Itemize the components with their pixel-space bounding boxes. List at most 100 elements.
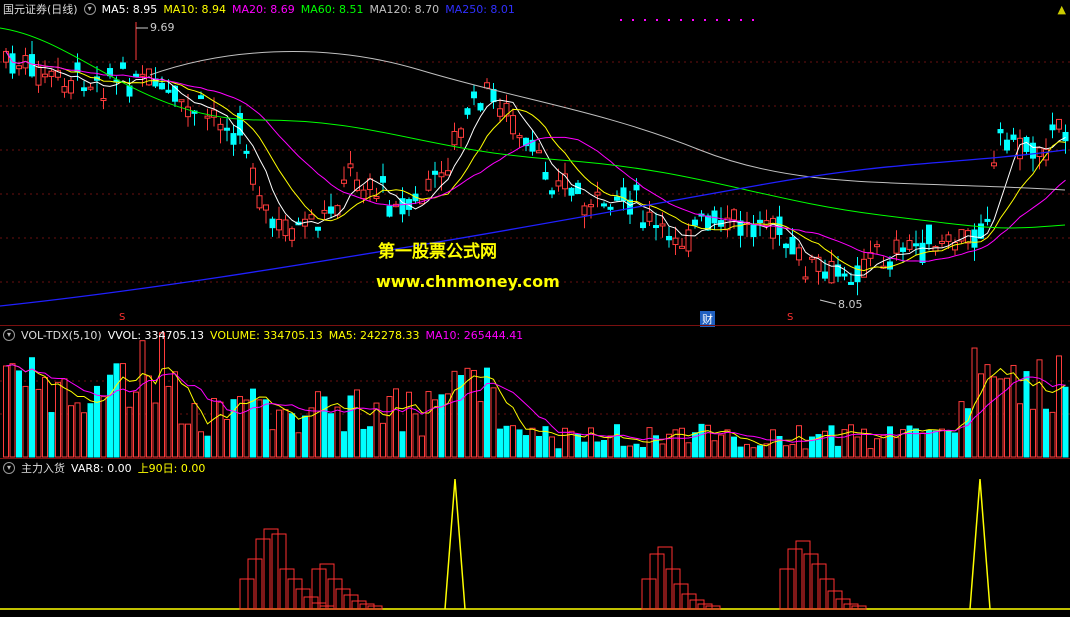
volume-bar [354, 389, 360, 458]
indicator-panel[interactable]: ▾ 主力入货 VAR8: 0.00 上90日: 0.00 [0, 459, 1070, 617]
candlestick [204, 115, 211, 119]
volume-bar [48, 412, 55, 458]
candlestick [666, 235, 672, 241]
candlestick [1056, 118, 1062, 130]
ma60-label: MA60: 8.51 [300, 2, 364, 16]
volume-bar [146, 375, 152, 458]
candlestick [1030, 142, 1036, 159]
accumulation-bar [811, 563, 827, 610]
candlestick [783, 243, 789, 249]
candlestick [360, 189, 367, 200]
volume-bar [55, 381, 61, 458]
volume-bar [35, 388, 42, 458]
volume-bar [919, 432, 926, 458]
accumulation-bar [279, 568, 295, 610]
accumulation-bar [287, 578, 303, 610]
volume-bar [1010, 364, 1017, 458]
accumulation-bar [319, 563, 335, 610]
candlestick [68, 80, 74, 94]
signal-dot [668, 19, 670, 21]
accumulation-bar [247, 558, 263, 610]
candlestick [61, 86, 68, 93]
signal-dot [728, 19, 730, 21]
candlestick [906, 240, 913, 250]
candlestick [250, 167, 256, 185]
volume-bar [3, 365, 9, 458]
volume-bar [1062, 386, 1069, 458]
volume-bar [22, 385, 29, 458]
candlestick [100, 98, 107, 102]
volume-bar [295, 432, 302, 458]
volume-bar [1030, 408, 1036, 458]
accumulation-bar [263, 528, 279, 610]
candlestick [802, 276, 809, 280]
volume-bar [419, 435, 425, 458]
volume-bar [516, 429, 523, 458]
candlestick [991, 162, 997, 167]
candlestick [731, 209, 737, 221]
volume-bar [1036, 359, 1043, 458]
volume-bar [978, 373, 984, 458]
volume-bar [848, 424, 854, 458]
candlestick [159, 82, 165, 90]
candlestick [458, 128, 464, 138]
volume-bar [380, 422, 386, 458]
indicator-header: ▾ 主力入货 VAR8: 0.00 上90日: 0.00 [0, 459, 205, 477]
candlestick [490, 88, 497, 103]
volume-bar [952, 432, 958, 458]
volume-bar [289, 413, 295, 458]
collapse-icon[interactable]: ▾ [83, 3, 96, 15]
candlestick [510, 115, 516, 135]
candlestick [828, 260, 835, 284]
candlestick [42, 73, 48, 78]
volume-bar [412, 413, 419, 458]
candlestick [126, 85, 133, 97]
volume-bar [601, 440, 607, 458]
candlestick [386, 205, 393, 217]
candlestick [757, 219, 763, 224]
candlestick [477, 103, 484, 111]
candlestick [347, 163, 354, 169]
candlestick [549, 190, 555, 195]
volume-bar [74, 402, 81, 458]
candlestick [939, 240, 945, 244]
collapse-icon[interactable]: ▾ [3, 329, 15, 341]
candlestick [308, 214, 315, 220]
accumulation-bar [367, 605, 383, 610]
candlestick [874, 244, 880, 248]
volume-panel[interactable]: ▾ VOL-TDX(5,10) VVOL: 334705.13 VOLUME: … [0, 326, 1070, 459]
volume-bar [139, 340, 146, 458]
collapse-icon[interactable]: ▾ [3, 462, 15, 474]
candlestick [120, 62, 126, 69]
volume-bar [620, 445, 627, 458]
candlestick [926, 224, 932, 245]
volume-bar [854, 436, 861, 458]
volume-bar [893, 437, 900, 458]
vol-ma10-label: MA10: 265444.41 [425, 328, 524, 342]
candlestick [1010, 134, 1017, 140]
candlestick [497, 108, 503, 117]
candlestick [243, 150, 250, 154]
accumulation-bar [335, 588, 351, 610]
volume-bar [367, 426, 373, 458]
candlestick [945, 234, 952, 242]
volume-bar [1017, 403, 1023, 458]
candlestick [796, 247, 802, 261]
volume-label: VOLUME: 334705.13 [210, 328, 323, 342]
volume-bar [133, 391, 139, 458]
volume-bar [783, 445, 789, 458]
candlestick [438, 172, 445, 178]
ma20-label: MA20: 8.69 [232, 2, 295, 16]
volume-bar [250, 388, 256, 458]
volume-bar [523, 435, 529, 458]
ma10-label: MA10: 8.94 [163, 2, 227, 16]
volume-bar [731, 436, 737, 458]
volume-bar [640, 446, 646, 458]
volume-bar [42, 376, 48, 458]
candlestick [48, 70, 55, 77]
volume-bar [627, 445, 633, 458]
candlestick [1062, 131, 1069, 142]
candlestick [451, 130, 458, 146]
watermark-title: 第一股票公式网 [378, 242, 497, 262]
volume-bar [503, 425, 510, 458]
